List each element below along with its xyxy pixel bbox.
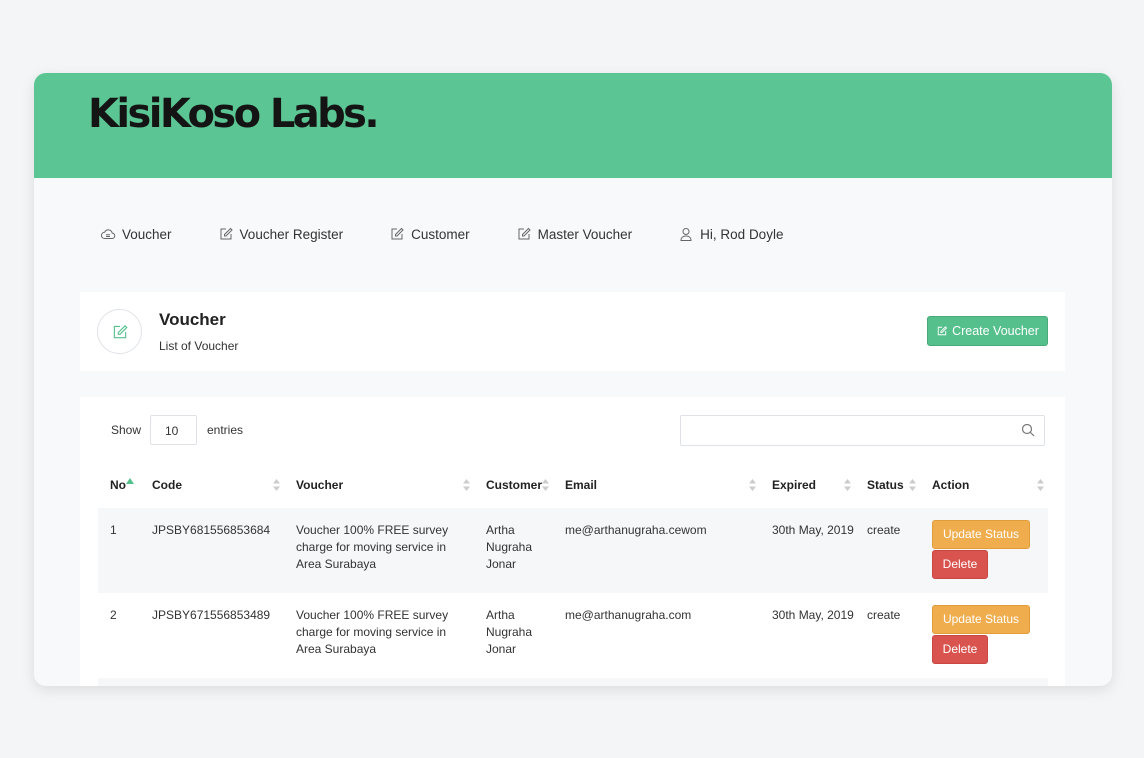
sort-icon bbox=[909, 479, 916, 491]
search-icon bbox=[1021, 423, 1035, 437]
cell-no: 2 bbox=[110, 608, 117, 622]
cell-expired: 30th May, 2019 bbox=[772, 608, 854, 622]
edit-icon bbox=[113, 324, 128, 338]
nav-item-label: Customer bbox=[411, 226, 470, 242]
update-status-button[interactable]: Update Status bbox=[932, 605, 1030, 634]
cell-expired: 30th May, 2019 bbox=[760, 508, 855, 593]
entries-label: entries bbox=[207, 423, 244, 437]
cell-action: Update Status Delete bbox=[920, 593, 1048, 678]
nav-item-label: Voucher bbox=[122, 226, 172, 242]
sort-icon bbox=[542, 479, 549, 491]
edit-icon bbox=[518, 227, 531, 240]
page-length-select[interactable]: 10 bbox=[150, 415, 197, 445]
page-title: Voucher bbox=[159, 310, 226, 329]
nav-item-master-voucher[interactable]: Master Voucher bbox=[516, 226, 633, 242]
nav-item-user[interactable]: Hi, Rod Doyle bbox=[678, 226, 783, 242]
user-icon bbox=[680, 228, 692, 241]
page-icon-circle bbox=[97, 309, 142, 354]
edit-icon bbox=[937, 326, 948, 336]
cell-code: JPSBY681556853684 bbox=[140, 508, 284, 593]
column-header-customer[interactable]: Customer bbox=[474, 462, 553, 508]
sort-icon bbox=[1037, 479, 1044, 491]
create-voucher-label: Create Voucher bbox=[952, 324, 1039, 338]
update-status-button[interactable]: Update Status bbox=[932, 520, 1030, 549]
cell-voucher: Voucher 100% FREE survey charge for movi… bbox=[296, 608, 449, 657]
sort-icon bbox=[749, 479, 756, 491]
cell-action: Update Status Delete bbox=[920, 508, 1048, 593]
main-nav: Voucher Voucher Register Customer Master… bbox=[100, 226, 783, 242]
show-label: Show bbox=[111, 423, 142, 437]
delete-button[interactable]: Delete bbox=[932, 635, 988, 664]
column-header-email[interactable]: Email bbox=[553, 462, 760, 508]
create-voucher-button[interactable]: Create Voucher bbox=[927, 316, 1048, 346]
page-header-panel: Voucher List of Voucher Create Voucher bbox=[80, 292, 1065, 371]
cell-code: JPSBY671556853489 bbox=[152, 608, 271, 622]
header: KisiKoso Labs. bbox=[34, 73, 1112, 178]
nav-item-voucher-register[interactable]: Voucher Register bbox=[218, 226, 344, 242]
cell-email: me@arthanugraha.com bbox=[565, 608, 692, 622]
nav-item-voucher[interactable]: Voucher bbox=[100, 226, 172, 242]
cell-customer: Artha Nugraha Jonar bbox=[486, 608, 533, 657]
cell-voucher: Voucher 100% FREE survey charge for movi… bbox=[284, 508, 474, 593]
table-row bbox=[98, 678, 1048, 686]
column-header-no[interactable]: No bbox=[98, 462, 140, 508]
search-input[interactable] bbox=[680, 415, 1045, 446]
page-subtitle: List of Voucher bbox=[159, 339, 239, 353]
sort-asc-icon bbox=[126, 478, 134, 484]
app-window: KisiKoso Labs. Voucher Voucher Register … bbox=[34, 73, 1112, 686]
delete-button[interactable]: Delete bbox=[932, 550, 988, 579]
sort-icon bbox=[273, 479, 280, 491]
table-row: 1 JPSBY681556853684 Voucher 100% FREE su… bbox=[98, 508, 1048, 593]
cell-status: create bbox=[855, 508, 920, 593]
table-header-row: No Code Voucher Customer Email Expired S… bbox=[98, 462, 1048, 508]
sort-icon bbox=[463, 479, 470, 491]
column-header-action[interactable]: Action bbox=[920, 462, 1048, 508]
nav-item-label: Master Voucher bbox=[537, 226, 633, 242]
column-header-code[interactable]: Code bbox=[140, 462, 284, 508]
nav-item-customer[interactable]: Customer bbox=[389, 226, 470, 242]
nav-item-label: Voucher Register bbox=[239, 226, 344, 242]
cell-status: create bbox=[867, 608, 901, 622]
sort-icon bbox=[844, 479, 851, 491]
edit-icon bbox=[220, 227, 233, 240]
voucher-table: No Code Voucher Customer Email Expired S… bbox=[98, 462, 1048, 686]
cell-no: 1 bbox=[98, 508, 140, 593]
column-header-voucher[interactable]: Voucher bbox=[284, 462, 474, 508]
table-row: 2 JPSBY671556853489 Voucher 100% FREE su… bbox=[98, 593, 1048, 678]
nav-item-label: Hi, Rod Doyle bbox=[700, 226, 784, 242]
table-panel: Show 10 entries No Code Voucher Customer… bbox=[80, 397, 1065, 686]
column-header-status[interactable]: Status bbox=[855, 462, 920, 508]
column-header-expired[interactable]: Expired bbox=[760, 462, 855, 508]
cloud-icon bbox=[101, 229, 116, 239]
cell-email: me@arthanugraha.cewom bbox=[553, 508, 760, 593]
edit-icon bbox=[391, 227, 404, 240]
cell-customer: Artha Nugraha Jonar bbox=[474, 508, 553, 593]
logo: KisiKoso Labs. bbox=[88, 91, 380, 137]
